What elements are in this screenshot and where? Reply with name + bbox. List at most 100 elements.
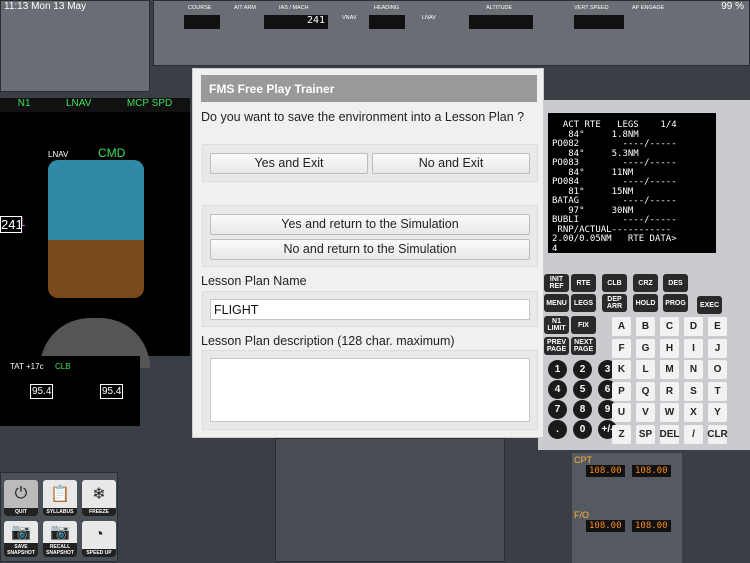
current-speed: 241: [0, 216, 23, 233]
fmc-key-exec[interactable]: EXEC: [697, 296, 722, 314]
freeze-button[interactable]: ❄ FREEZE: [82, 480, 116, 516]
mcp-label-lnav: LNAV: [422, 15, 436, 21]
quit-button[interactable]: ⏻ QUIT: [4, 480, 38, 516]
fmc-key-o[interactable]: O: [708, 360, 727, 379]
fmc-key-clb[interactable]: CLB: [602, 274, 627, 292]
dialog-question: Do you want to save the environment into…: [201, 110, 525, 124]
fmc-key-des[interactable]: DES: [663, 274, 688, 292]
fmc-key-g[interactable]: G: [636, 338, 655, 358]
fma: N1 LNAV MCP SPD: [0, 98, 190, 112]
no-and-exit-button[interactable]: No and Exit: [372, 153, 530, 174]
fmc-key-num[interactable]: 4: [548, 380, 567, 399]
fmc-key-num[interactable]: 2: [573, 360, 592, 379]
camera-icon: 📷: [11, 524, 31, 541]
fmc-key-u[interactable]: U: [612, 403, 631, 422]
camera-icon: 📷: [50, 524, 70, 541]
fmc-key-dep-arr[interactable]: DEP ARR: [602, 294, 627, 312]
fmc-key-prog[interactable]: PROG: [663, 294, 688, 312]
fmc-key-d[interactable]: D: [684, 317, 703, 336]
throttle-quadrant: [275, 438, 505, 562]
fmc-key-y[interactable]: Y: [708, 403, 727, 422]
heading-display: [369, 15, 405, 29]
fmc-key-sp[interactable]: SP: [636, 424, 655, 444]
yes-and-return-button[interactable]: Yes and return to the Simulation: [210, 214, 530, 235]
fmc-key-a[interactable]: A: [612, 317, 631, 336]
nav-radio-first-officer: F/O 108.00 108.00: [572, 508, 682, 563]
fmc-key-del[interactable]: DEL: [660, 424, 680, 444]
lesson-name-input[interactable]: [210, 299, 530, 320]
lnav-mode: LNAV: [48, 150, 69, 159]
fmc-key-clr[interactable]: CLR: [707, 424, 728, 444]
fmc-line: 2.00/0.05NM RTE DATA>: [552, 234, 677, 244]
fmc-key-k[interactable]: K: [612, 360, 631, 379]
cmd-mode: CMD: [98, 146, 126, 160]
fmc-key-c[interactable]: C: [660, 317, 679, 336]
fmc-key-rte[interactable]: RTE: [571, 274, 596, 292]
course-display: [184, 15, 220, 29]
n1-right: 95.4: [100, 384, 124, 399]
snowflake-icon: ❄: [92, 486, 106, 503]
fmc-key-r[interactable]: R: [660, 381, 679, 401]
no-and-return-button[interactable]: No and return to the Simulation: [210, 239, 530, 260]
lesson-description-label: Lesson Plan description (128 char. maxim…: [201, 334, 455, 348]
attitude-indicator: [48, 160, 144, 298]
fmc-key-q[interactable]: Q: [636, 381, 655, 401]
status-bar: 11:13 Mon 13 May 99 %: [0, 0, 750, 14]
fmc-key-num[interactable]: 8: [573, 400, 592, 419]
fmc-key-hold[interactable]: HOLD: [633, 294, 658, 312]
battery-level: 99 %: [721, 1, 744, 12]
fmc-key-fix[interactable]: FIX: [571, 316, 596, 334]
fmc-screen: ACT RTE LEGS 1/4 84° 1.8NM PO082 ----/---…: [548, 113, 716, 253]
fmc-key-w[interactable]: W: [660, 403, 679, 422]
syllabus-button[interactable]: 📋 SYLLABUS: [43, 480, 77, 516]
fmc-key-j[interactable]: J: [708, 338, 727, 358]
fmc-key-num[interactable]: 7: [548, 400, 567, 419]
fmc-key-v[interactable]: V: [636, 403, 655, 422]
fmc-key-l[interactable]: L: [636, 360, 655, 379]
fmc-key-f[interactable]: F: [612, 338, 631, 358]
save-lesson-dialog: FMS Free Play Trainer Do you want to sav…: [192, 68, 544, 438]
fmc-key-num[interactable]: 5: [573, 380, 592, 399]
dialog-title: FMS Free Play Trainer: [201, 75, 537, 102]
fmc-key-init-ref[interactable]: INIT REF: [544, 274, 569, 292]
fmc-key-num[interactable]: 1: [548, 360, 567, 379]
fmc-key-slash[interactable]: /: [684, 424, 703, 444]
speedometer-icon: ◔: [94, 526, 104, 543]
name-group: [202, 291, 538, 327]
fmc-key-b[interactable]: B: [636, 317, 655, 336]
power-icon: ⏻: [14, 485, 28, 502]
fmc-key-num[interactable]: .: [548, 420, 567, 439]
fmc-key-t[interactable]: T: [708, 381, 727, 401]
fmc-key-p[interactable]: P: [612, 381, 631, 401]
vs-display: [574, 15, 624, 29]
fmc-key-legs[interactable]: LEGS: [571, 294, 596, 312]
status-date: Mon 13 May: [31, 1, 87, 12]
lesson-name-label: Lesson Plan Name: [201, 274, 307, 288]
fmc-key-prev-page[interactable]: PREV PAGE: [544, 337, 569, 355]
fmc-key-i[interactable]: I: [684, 338, 703, 358]
fmc-key-n1-limit[interactable]: N1 LIMIT: [544, 316, 569, 334]
clipboard-icon: 📋: [50, 486, 70, 503]
fmc-key-h[interactable]: H: [660, 338, 679, 358]
fmc-key-num[interactable]: 0: [573, 420, 592, 439]
fmc-line: 4: [552, 243, 558, 254]
nav-radio-captain: CPT 108.00 108.00: [572, 453, 682, 508]
fmc-key-n[interactable]: N: [684, 360, 703, 379]
description-group: [202, 350, 538, 430]
exit-group: Yes and Exit No and Exit: [202, 144, 538, 182]
fmc-key-z[interactable]: Z: [612, 424, 631, 444]
recall-snapshot-button[interactable]: 📷 RECALL SNAPSHOT: [43, 521, 77, 557]
save-snapshot-button[interactable]: 📷 SAVE SNAPSHOT: [4, 521, 38, 557]
fmc-key-m[interactable]: M: [660, 360, 679, 379]
speed-up-button[interactable]: ◔ SPEED UP: [82, 521, 116, 557]
fmc-key-next-page[interactable]: NEXT PAGE: [571, 337, 596, 355]
fmc-key-e[interactable]: E: [708, 317, 727, 336]
yes-and-exit-button[interactable]: Yes and Exit: [210, 153, 368, 174]
ias-display: 241: [264, 15, 328, 29]
fmc-key-crz[interactable]: CRZ: [633, 274, 658, 292]
fmc-key-s[interactable]: S: [684, 381, 703, 401]
fmc-key-menu[interactable]: MENU: [544, 294, 569, 312]
fmc-key-x[interactable]: X: [684, 403, 703, 422]
return-group: Yes and return to the Simulation No and …: [202, 205, 538, 267]
lesson-description-input[interactable]: [210, 358, 530, 422]
